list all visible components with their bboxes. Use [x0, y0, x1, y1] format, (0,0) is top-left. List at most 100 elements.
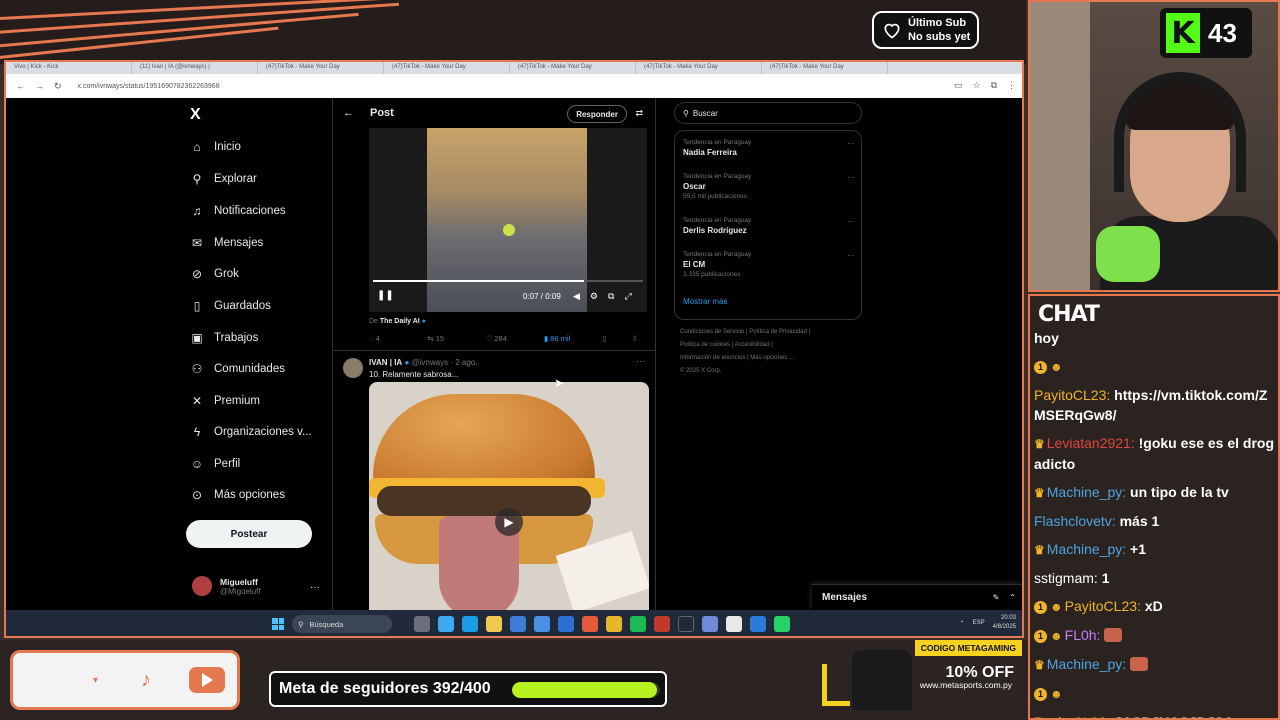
compose-icon[interactable]: ✎ [993, 593, 1000, 602]
trend-item[interactable]: Tendencia en Paraguay Nadia Ferreira ··· [683, 139, 855, 157]
chat-username[interactable]: Machine_py: [1047, 656, 1126, 672]
extensions-icon[interactable]: ⧉ [991, 80, 997, 91]
calculator-icon[interactable] [510, 616, 526, 632]
fullscreen-icon[interactable]: ⤢ [624, 291, 631, 302]
browser-tab[interactable]: (47)TikTok - Make Your Day [762, 62, 888, 74]
play-icon[interactable]: ▶ [495, 508, 523, 536]
chrome-alt-icon[interactable] [606, 616, 622, 632]
x-logo-icon[interactable]: X [190, 106, 201, 124]
more-dots-icon[interactable]: ··· [847, 173, 855, 182]
chrome-icon[interactable] [582, 616, 598, 632]
reply-action[interactable]: ◌ 4 [369, 334, 427, 343]
settings-icon[interactable]: ⚙ [590, 291, 598, 302]
browser-tab[interactable]: (47)TikTok - Make Your Day [636, 62, 762, 74]
nav-item-comunidades[interactable]: ⚇ Comunidades [190, 362, 285, 376]
browser-tab[interactable]: (11) Ivan | IA (@ivnways) | [132, 62, 258, 74]
nav-item-explorar[interactable]: ⚲ Explorar [190, 172, 257, 186]
show-more-link[interactable]: Mostrar más [683, 297, 727, 306]
browser-tab[interactable]: (47)TikTok - Make Your Day [258, 62, 384, 74]
discord-icon[interactable] [702, 616, 718, 632]
post-button[interactable]: Postear [186, 520, 312, 548]
more-dots-icon[interactable]: ··· [847, 217, 855, 226]
nav-item-trabajos[interactable]: ▣ Trabajos [190, 331, 258, 345]
like-action[interactable]: ♡ 284 [486, 334, 544, 343]
forward-arrow-icon[interactable]: → [35, 81, 44, 91]
star-icon[interactable]: ☆ [972, 80, 980, 91]
repost-action[interactable]: ⇆ 15 [427, 334, 485, 343]
nav-item-premium[interactable]: ✕ Premium [190, 394, 260, 408]
url-field[interactable]: x.com/ivnways/status/1951690782362263968 [78, 83, 220, 90]
avatar[interactable] [343, 358, 363, 378]
post-video[interactable]: ▶ [369, 382, 649, 610]
search-input[interactable]: ⚲ Buscar [674, 102, 862, 124]
whatsapp-icon[interactable] [774, 616, 790, 632]
chevron-up-icon[interactable]: ⌃ [960, 620, 965, 627]
trend-item[interactable]: Tendencia en Paraguay Derlis Rodríguez ·… [683, 217, 855, 235]
pause-icon[interactable]: ❚❚ [377, 290, 394, 301]
trend-item[interactable]: Tendencia en Paraguay Oscar 59,5 mil pub… [683, 173, 855, 200]
more-dots-icon[interactable]: ··· [310, 582, 320, 593]
vscode-icon[interactable] [750, 616, 766, 632]
browser-tab[interactable]: (47)TikTok - Make Your Day [384, 62, 510, 74]
chat-username[interactable]: Machine_py: [1047, 541, 1126, 557]
back-arrow-icon[interactable]: ← [16, 81, 25, 91]
nav-item-organizaciones[interactable]: ϟ Organizaciones v... [190, 425, 312, 439]
nav-item-grok[interactable]: ⊘ Grok [190, 267, 239, 281]
more-dots-icon[interactable]: ··· [847, 251, 855, 260]
browser-tab[interactable]: Vivo | Kick - Kick [6, 62, 132, 74]
chat-username[interactable]: Machine_py: [1047, 484, 1126, 500]
stream-overlay: Último Sub No subs yet Vivo | Kick - Kic… [0, 0, 1280, 720]
account-switcher[interactable]: Migueluff @Migueluff [192, 576, 260, 596]
taskbar-search[interactable]: ⚲ Búsqueda [292, 615, 392, 633]
nav-item-notificaciones[interactable]: ♫ Notificaciones [190, 204, 286, 218]
pip-icon[interactable]: ⧉ [608, 291, 614, 302]
store-icon[interactable] [534, 616, 550, 632]
nav-item-perfil[interactable]: ☺ Perfil [190, 457, 240, 471]
reload-icon[interactable]: ↻ [54, 81, 62, 92]
post-author: IVAN | IA ● @ivnways · 2 ago. [369, 358, 478, 367]
nav-item-mensajes[interactable]: ✉ Mensajes [190, 236, 263, 250]
source-link[interactable]: The Daily AI [380, 318, 420, 325]
install-icon[interactable]: ▭ [954, 80, 963, 91]
copilot-icon[interactable] [438, 616, 454, 632]
more-dots-icon[interactable]: ··· [847, 139, 855, 148]
nav-item-mas-opciones[interactable]: ⊙ Más opciones [190, 488, 285, 502]
windows-start-icon[interactable] [272, 618, 284, 630]
chat-username[interactable]: PayitoCL23: [1034, 387, 1110, 403]
sliders-icon[interactable]: ⇄ [635, 108, 643, 119]
browser-tab[interactable]: (47)TikTok - Make Your Day [510, 62, 636, 74]
app-icon[interactable] [654, 616, 670, 632]
volume-icon[interactable]: ◀ [573, 291, 580, 302]
spotify-icon[interactable] [630, 616, 646, 632]
steam-icon[interactable] [678, 616, 694, 632]
views-action[interactable]: ▮ 86 mil [544, 334, 602, 343]
app-icon[interactable] [726, 616, 742, 632]
lang-indicator[interactable]: ESP [973, 620, 985, 626]
edge-icon[interactable] [462, 616, 478, 632]
chat-username[interactable]: Flashclovetv: [1034, 513, 1116, 529]
footer-links: Condiciones de Servicio | Política de Pr… [680, 329, 811, 374]
file-explorer-icon[interactable] [486, 616, 502, 632]
nav-item-guardados[interactable]: ▯ Guardados [190, 299, 271, 313]
outlook-icon[interactable] [558, 616, 574, 632]
chevron-up-icon[interactable]: ⌃ [1009, 593, 1016, 602]
more-dots-icon[interactable]: ··· [636, 356, 645, 366]
share-action[interactable]: ⇧ [631, 334, 649, 343]
video-progress-bar[interactable] [373, 280, 643, 282]
messages-drawer[interactable]: Mensajes ✎ ⌃ [812, 584, 1022, 610]
menu-icon[interactable]: ⋮ [1007, 80, 1016, 91]
chat-username[interactable]: sstigmam: [1034, 570, 1098, 586]
chat-username[interactable]: FL0h: [1065, 627, 1101, 643]
nav-item-inicio[interactable]: ⌂ Inicio [190, 140, 240, 154]
reply-button[interactable]: Responder [567, 105, 627, 123]
chat-username[interactable]: PayitoCL23: [1065, 598, 1141, 614]
bookmark-action[interactable]: ▯ [602, 334, 631, 343]
chat-username[interactable]: Leviatan2921: [1047, 435, 1135, 451]
chat-username[interactable]: PayitoCL23: [1034, 714, 1110, 718]
video-player[interactable]: ❚❚ 0:07 / 0:09 ◀ ⚙ ⧉ ⤢ [369, 128, 647, 312]
divider [333, 350, 655, 351]
trend-item[interactable]: Tendencia en Paraguay El CM 3.335 public… [683, 251, 855, 278]
task-view-icon[interactable] [414, 616, 430, 632]
back-arrow-icon[interactable]: ← [343, 107, 354, 119]
clock[interactable]: 20:03 4/8/2025 [993, 614, 1016, 632]
